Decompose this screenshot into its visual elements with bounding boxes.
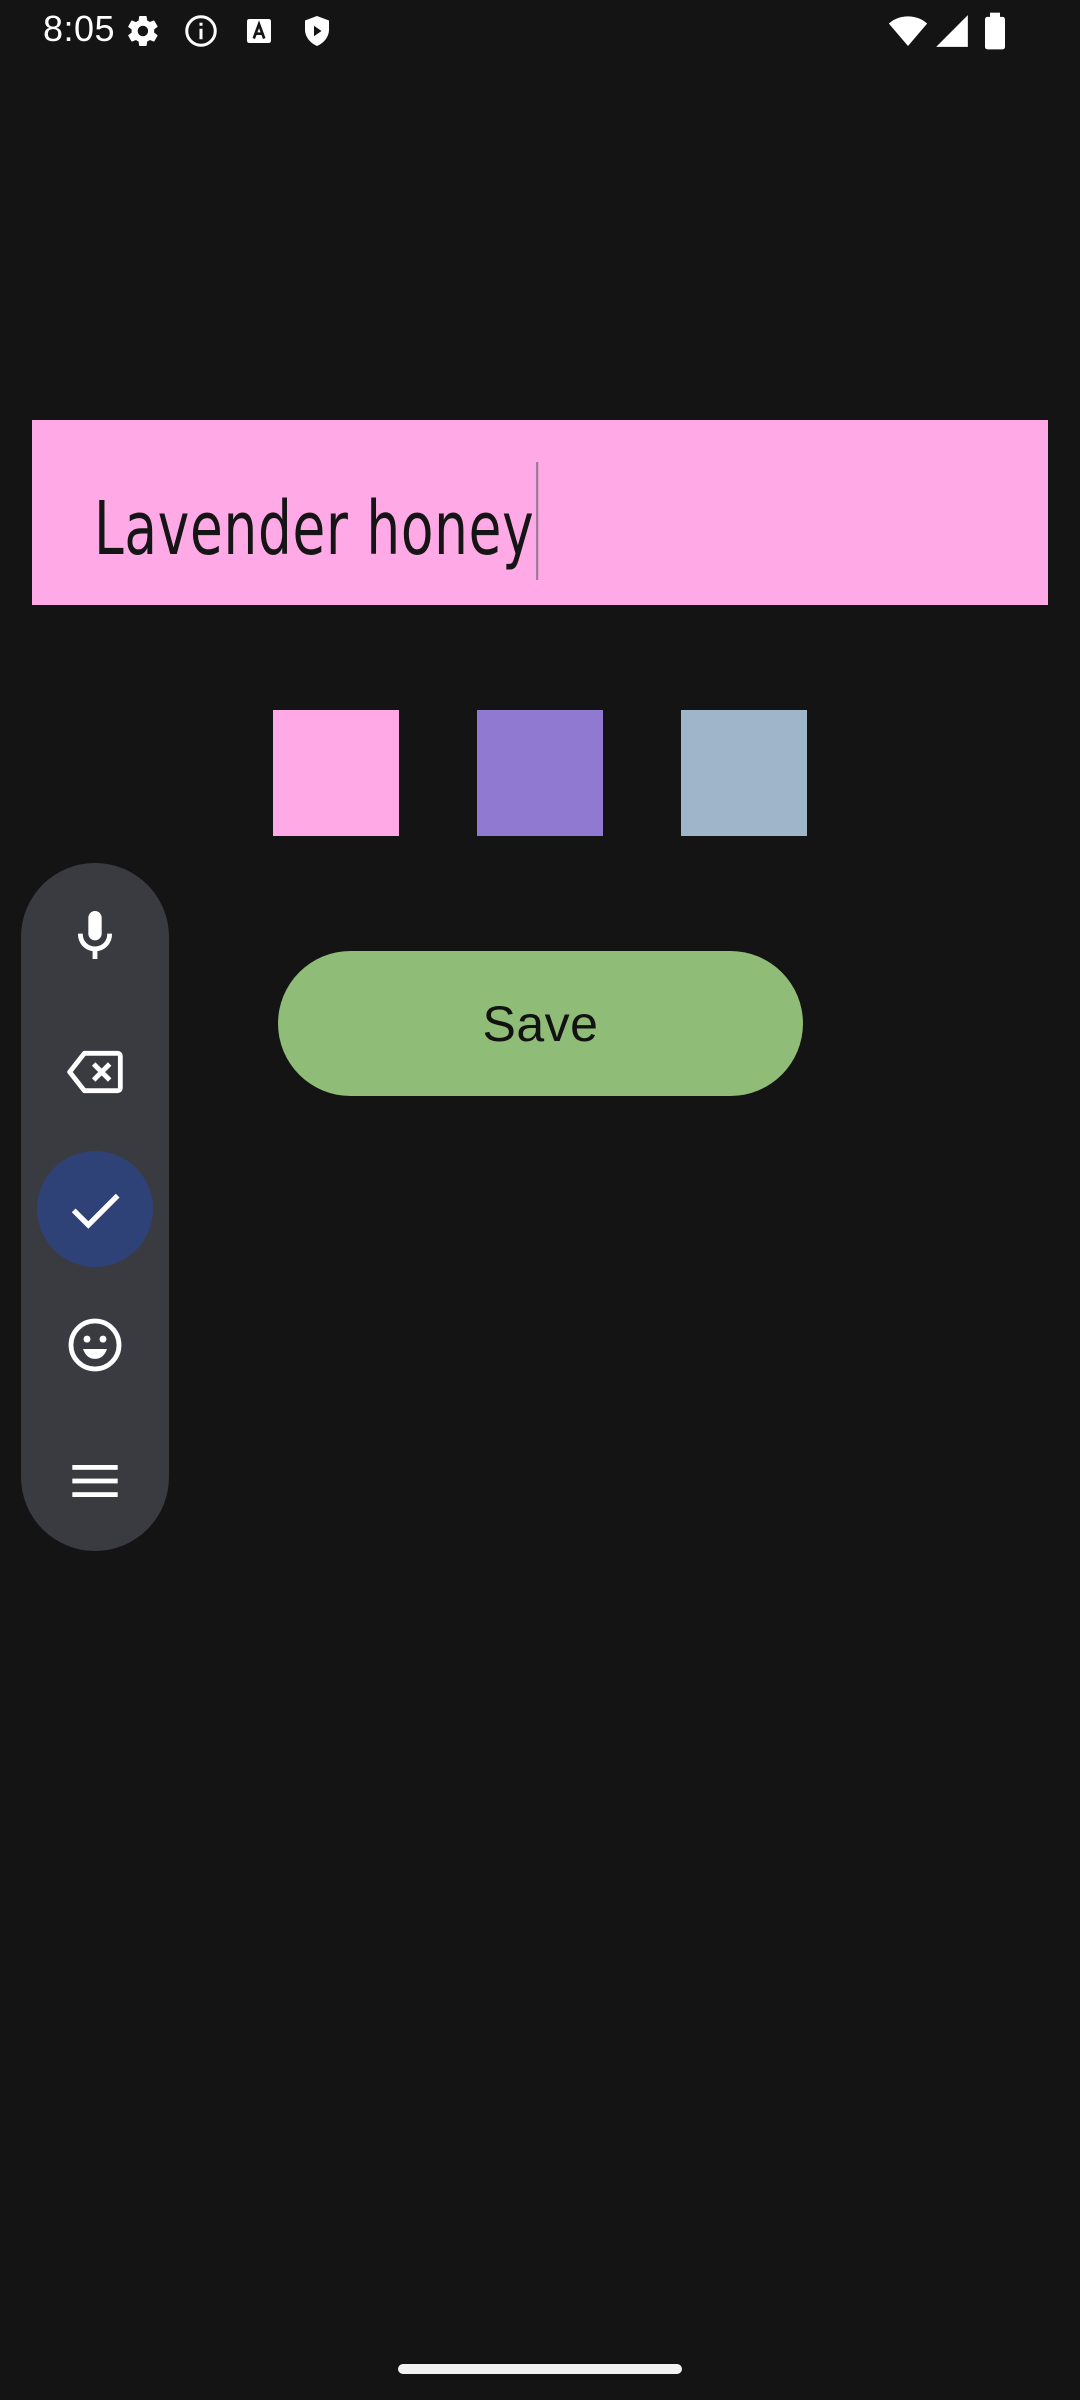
checkmark-icon bbox=[63, 1177, 127, 1241]
note-text-content: Lavender honey bbox=[94, 486, 535, 572]
note-text-value: Lavender honey bbox=[94, 462, 538, 580]
settings-gear-icon bbox=[125, 13, 161, 49]
cell-signal-icon bbox=[933, 12, 971, 50]
color-swatch-blue-gray[interactable] bbox=[681, 710, 807, 836]
backspace-icon bbox=[63, 1040, 127, 1104]
wifi-icon bbox=[888, 11, 928, 51]
menu-button[interactable] bbox=[37, 1423, 153, 1539]
emoji-button[interactable] bbox=[37, 1287, 153, 1403]
text-cursor bbox=[535, 462, 538, 580]
status-time: 8:05 bbox=[43, 8, 116, 49]
shield-play-icon bbox=[299, 13, 335, 49]
microphone-button[interactable] bbox=[37, 877, 153, 993]
status-bar: 8:05 bbox=[0, 0, 1080, 62]
color-swatch-pink[interactable] bbox=[273, 710, 399, 836]
info-circle-icon bbox=[183, 13, 219, 49]
checkmark-button[interactable] bbox=[37, 1151, 153, 1267]
font-a-icon bbox=[241, 13, 277, 49]
note-text-field[interactable]: Lavender honey bbox=[32, 420, 1048, 605]
backspace-button[interactable] bbox=[37, 1014, 153, 1130]
menu-icon bbox=[63, 1449, 127, 1513]
battery-icon bbox=[978, 11, 1012, 51]
emoji-icon bbox=[63, 1313, 127, 1377]
microphone-icon bbox=[63, 903, 127, 967]
save-button-label: Save bbox=[482, 995, 599, 1052]
keyboard-toolbar bbox=[21, 863, 169, 1551]
color-swatch-purple[interactable] bbox=[477, 710, 603, 836]
save-button[interactable]: Save bbox=[278, 951, 803, 1096]
gesture-nav-handle[interactable] bbox=[398, 2364, 682, 2374]
